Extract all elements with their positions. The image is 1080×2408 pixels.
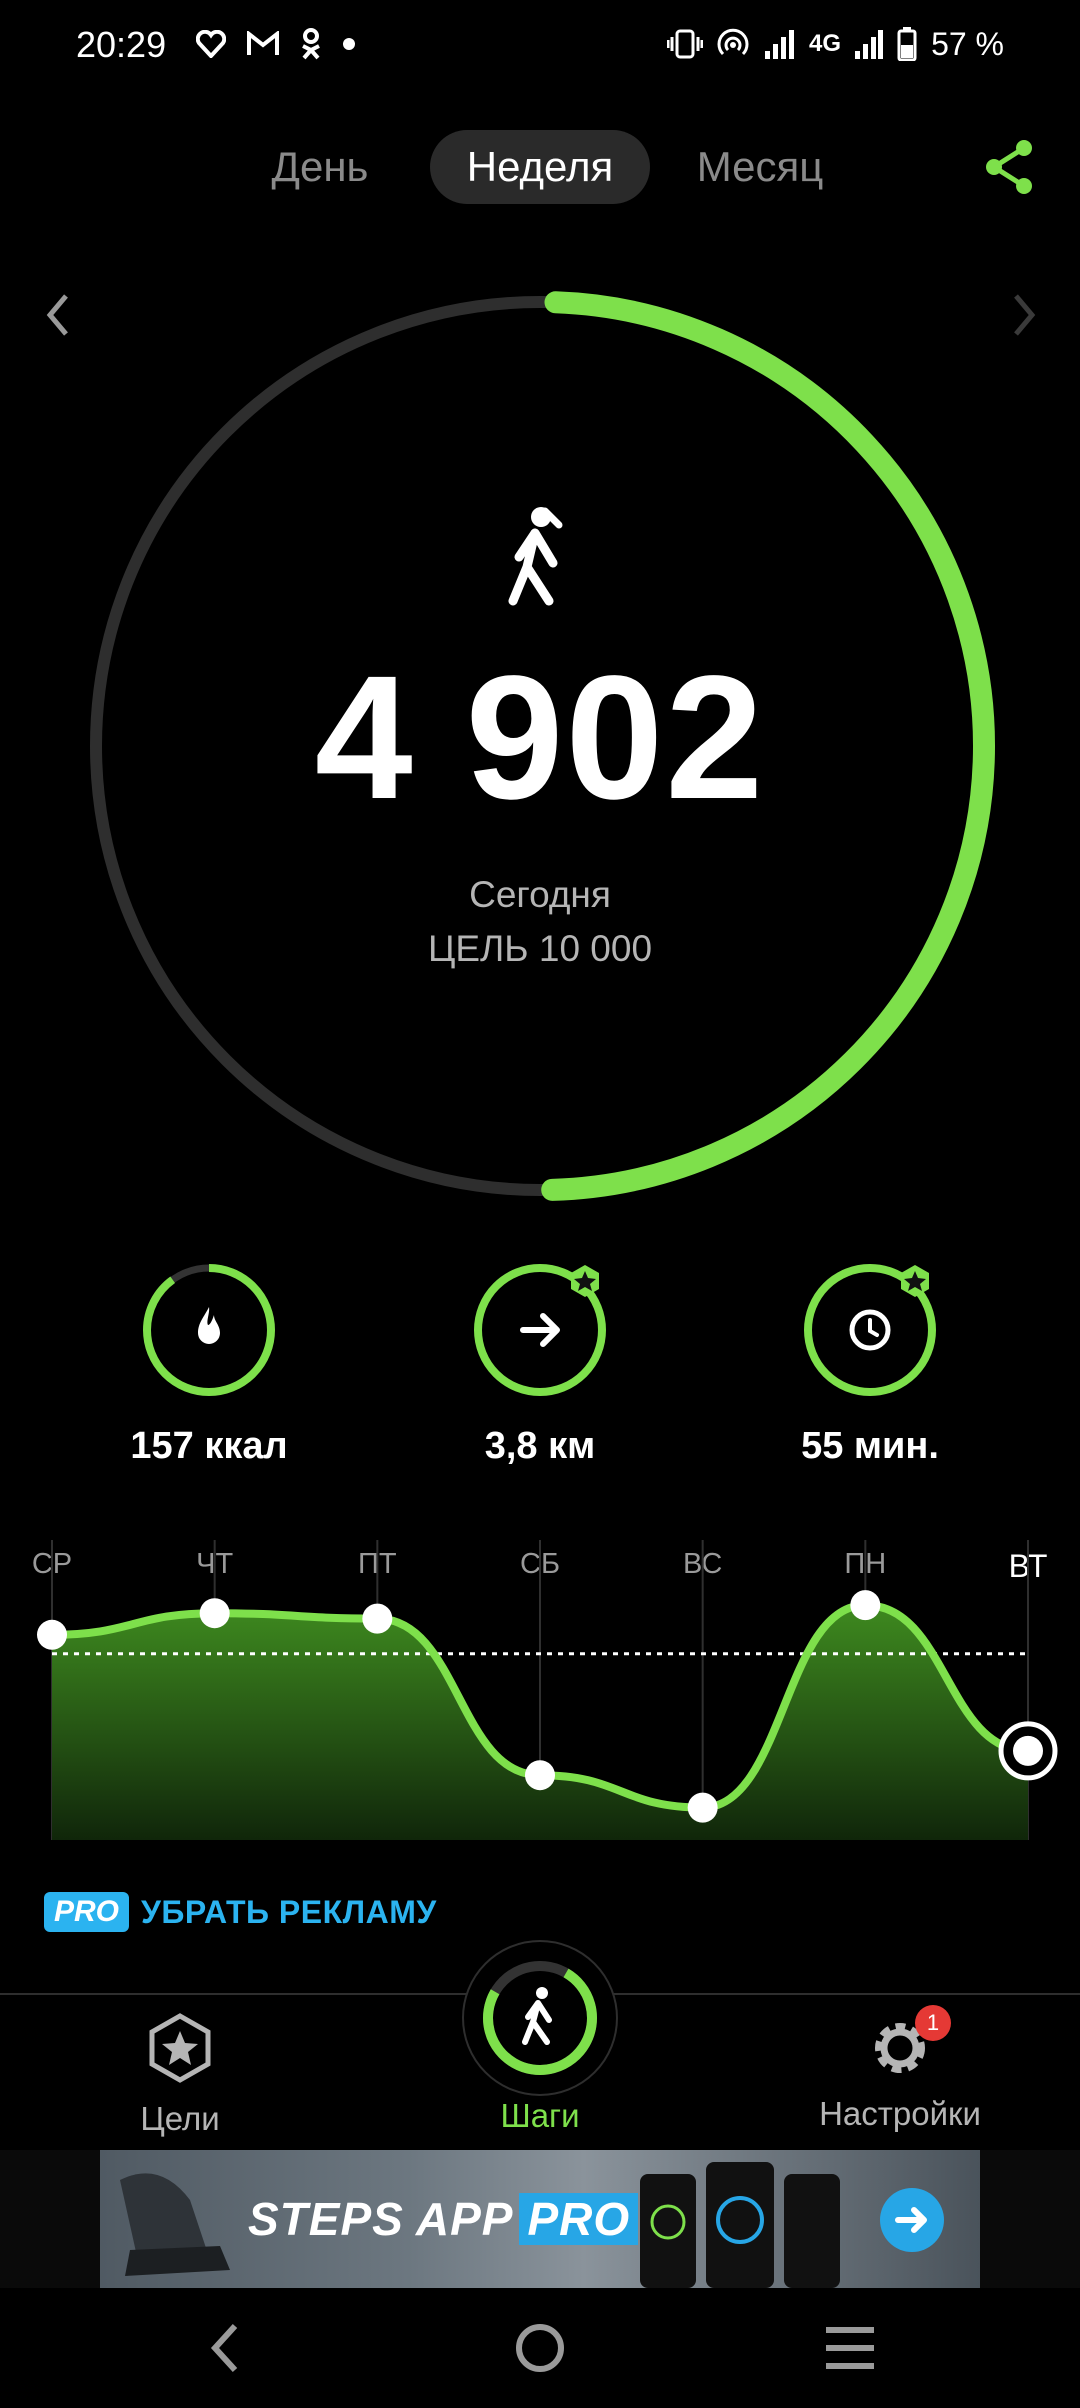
clock-icon bbox=[849, 1309, 891, 1351]
time-value: 55 мин. bbox=[801, 1425, 939, 1467]
period-tabs: День Неделя Месяц bbox=[0, 130, 1080, 210]
battery-icon bbox=[897, 27, 917, 61]
notification-icons bbox=[196, 24, 356, 64]
ad-title-main: STEPS APP bbox=[248, 2193, 514, 2245]
vibrate-icon bbox=[667, 29, 704, 59]
pro-badge: PRO bbox=[44, 1892, 130, 1932]
system-status-icons: 4G 57 % bbox=[667, 24, 1004, 64]
network-type: 4G bbox=[809, 30, 842, 57]
nav-goals-label: Цели bbox=[140, 2100, 220, 2137]
calories-metric[interactable]: 157 ккал bbox=[84, 1255, 334, 1468]
system-navigation-bar bbox=[0, 2288, 1080, 2408]
nav-goals[interactable]: Цели bbox=[40, 2013, 320, 2138]
star-badge-icon bbox=[571, 1265, 599, 1297]
share-icon[interactable] bbox=[980, 138, 1038, 196]
distance-value: 3,8 км bbox=[484, 1425, 596, 1467]
tab-week[interactable]: Неделя bbox=[430, 130, 650, 204]
ad-cta-button[interactable] bbox=[880, 2188, 944, 2252]
chart-point[interactable] bbox=[850, 1590, 881, 1621]
chart-point[interactable] bbox=[199, 1598, 230, 1629]
nav-settings-label: Настройки bbox=[819, 2095, 981, 2132]
back-icon[interactable] bbox=[205, 2320, 245, 2376]
distance-metric[interactable]: 3,8 км bbox=[415, 1255, 665, 1468]
gmail-icon bbox=[247, 31, 279, 55]
recents-icon[interactable] bbox=[824, 2324, 876, 2372]
heart-icon bbox=[196, 30, 226, 58]
goal-label: ЦЕЛЬ 10 000 bbox=[427, 928, 653, 969]
time-ring bbox=[804, 1264, 936, 1396]
remove-ads-text: УБРАТЬ РЕКЛАМУ bbox=[141, 1893, 437, 1930]
status-time: 20:29 bbox=[76, 24, 167, 65]
nav-settings[interactable]: 1 Настройки bbox=[760, 2005, 1040, 2133]
arrow-right-icon bbox=[895, 2207, 927, 2233]
star-badge-icon bbox=[901, 1265, 929, 1297]
home-icon[interactable] bbox=[514, 2322, 566, 2374]
chart-point[interactable] bbox=[687, 1792, 718, 1823]
chart-point-today-dot bbox=[1013, 1735, 1043, 1766]
ad-phones-image bbox=[640, 2162, 840, 2288]
ad-title-pro: PRO bbox=[519, 2193, 639, 2245]
settings-notification-badge: 1 bbox=[915, 2005, 951, 2041]
tab-month[interactable]: Месяц bbox=[675, 130, 845, 204]
ad-banner[interactable]: STEPS APP PRO bbox=[0, 2150, 1080, 2288]
calories-value: 157 ккал bbox=[130, 1425, 288, 1467]
battery-level: 57 % bbox=[931, 25, 1004, 62]
time-metric[interactable]: 55 мин. bbox=[745, 1255, 995, 1468]
star-badge-icon bbox=[149, 2013, 211, 2083]
ok-icon bbox=[302, 28, 320, 60]
steps-mini-ring bbox=[483, 1961, 597, 2075]
nav-steps[interactable]: Шаги bbox=[400, 2097, 680, 2135]
signal-4g-icon bbox=[855, 30, 884, 59]
distance-ring bbox=[474, 1264, 606, 1396]
ad-creative[interactable]: STEPS APP PRO bbox=[100, 2150, 980, 2288]
chart-point[interactable] bbox=[525, 1760, 555, 1791]
tab-day[interactable]: День bbox=[240, 130, 400, 204]
steps-count: 4 902 bbox=[314, 640, 766, 836]
dot-icon bbox=[343, 38, 355, 50]
flame-icon bbox=[198, 1307, 220, 1344]
calories-ring bbox=[143, 1264, 275, 1396]
signal-icon bbox=[765, 30, 795, 59]
period-label: Сегодня bbox=[469, 874, 611, 915]
ad-title: STEPS APP PRO bbox=[248, 2192, 639, 2246]
ad-shoe-image bbox=[120, 2173, 230, 2276]
status-bar: 20:29 4G 57 % bbox=[0, 0, 1080, 90]
walker-icon bbox=[508, 507, 563, 606]
nav-steps-label: Шаги bbox=[500, 2097, 580, 2134]
weekly-steps-chart[interactable] bbox=[0, 1540, 1080, 1850]
chart-point[interactable] bbox=[362, 1603, 393, 1634]
remove-ads-link[interactable]: PRO УБРАТЬ РЕКЛАМУ bbox=[44, 1890, 437, 1934]
nav-steps-button[interactable] bbox=[462, 1940, 618, 2096]
walker-icon bbox=[522, 1987, 552, 2045]
hotspot-icon bbox=[717, 28, 749, 56]
arrow-right-icon bbox=[520, 1313, 560, 1347]
chart-point[interactable] bbox=[37, 1619, 67, 1650]
